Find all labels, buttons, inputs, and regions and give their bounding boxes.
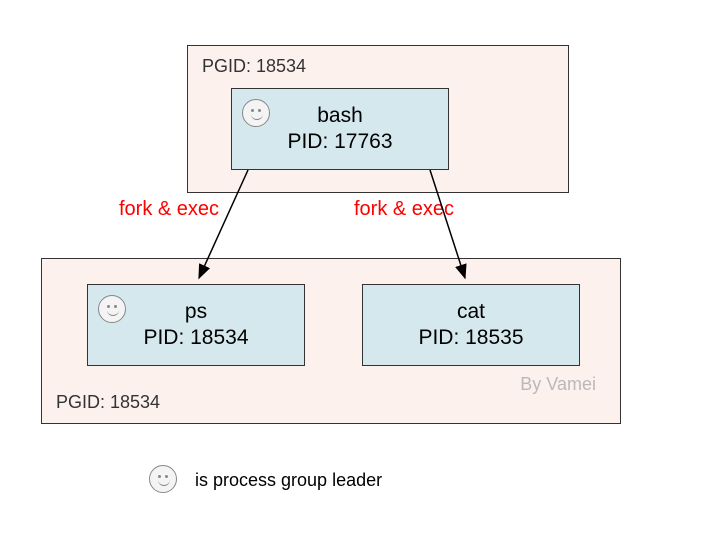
process-bash-pid: PID: 17763 xyxy=(232,129,448,155)
process-bash: bash PID: 17763 xyxy=(231,88,449,170)
fork-exec-left-label: fork & exec xyxy=(119,198,219,221)
bottom-process-group: PGID: 18534 ps PID: 18534 cat PID: 18535… xyxy=(41,258,621,424)
process-ps: ps PID: 18534 xyxy=(87,284,305,366)
watermark: By Vamei xyxy=(520,374,596,395)
process-bash-name: bash xyxy=(232,103,448,129)
legend-text: is process group leader xyxy=(195,470,382,491)
top-process-group: PGID: 18534 bash PID: 17763 xyxy=(187,45,569,193)
bottom-pgid-label: PGID: 18534 xyxy=(56,392,160,413)
leader-icon xyxy=(149,465,177,493)
process-cat: cat PID: 18535 xyxy=(362,284,580,366)
process-cat-pid: PID: 18535 xyxy=(363,325,579,351)
top-pgid-label: PGID: 18534 xyxy=(202,56,306,77)
process-ps-pid: PID: 18534 xyxy=(88,325,304,351)
fork-exec-right-label: fork & exec xyxy=(354,198,454,221)
process-ps-name: ps xyxy=(88,299,304,325)
process-cat-name: cat xyxy=(363,299,579,325)
